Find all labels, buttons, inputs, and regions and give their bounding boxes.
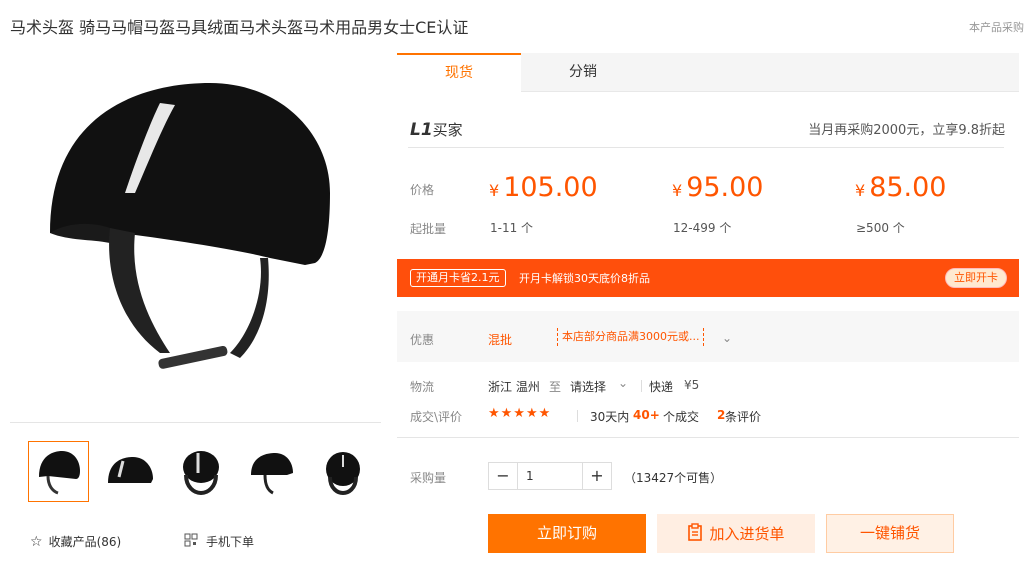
one-click-distribute-button[interactable]: 一键铺货 bbox=[826, 514, 954, 553]
thumbnail[interactable] bbox=[170, 441, 231, 502]
carrier: 快递 bbox=[649, 380, 674, 394]
open-card-button[interactable]: 立即开卡 bbox=[945, 268, 1007, 288]
currency-symbol: ¥ bbox=[672, 181, 683, 200]
buyer-tier: L1买家 bbox=[410, 119, 463, 140]
main-product-image[interactable] bbox=[10, 53, 381, 422]
star-outline-icon: ☆ bbox=[30, 533, 43, 550]
min-qty-tier-1: 1-11 个 bbox=[490, 221, 534, 235]
tab-in-stock[interactable]: 现货 bbox=[397, 53, 521, 92]
min-qty-tier-2: 12-499 个 bbox=[673, 221, 732, 235]
membership-savings-pill: 开通月卡省2.1元 bbox=[410, 269, 506, 287]
thumbnail[interactable] bbox=[241, 441, 302, 502]
price-value: 105.00 bbox=[503, 172, 598, 203]
tab-bar: 现货 分销 bbox=[397, 53, 1019, 92]
ship-to-word: 至 bbox=[549, 380, 562, 394]
mobile-order-label: 手机下单 bbox=[206, 535, 255, 549]
decrement-button[interactable]: − bbox=[489, 463, 517, 489]
price-value: 85.00 bbox=[869, 172, 947, 203]
add-to-cart-label: 加入进货单 bbox=[709, 525, 785, 543]
add-to-cart-button[interactable]: 加入进货单 bbox=[657, 514, 815, 553]
sales-suffix: 个成交 bbox=[663, 410, 700, 424]
min-qty-label: 起批量 bbox=[410, 222, 447, 236]
buyer-tier-badge: L1 bbox=[410, 120, 433, 140]
sales-period: 30天内 bbox=[590, 410, 630, 424]
price-value: 95.00 bbox=[686, 172, 764, 203]
membership-banner: 开通月卡省2.1元 开月卡解锁30天底价8折品 立即开卡 bbox=[397, 259, 1019, 297]
mobile-order[interactable]: 手机下单 bbox=[184, 533, 254, 550]
quantity-stepper: − 1 + bbox=[488, 462, 612, 490]
thumbnail[interactable] bbox=[28, 441, 89, 502]
divider bbox=[577, 410, 578, 422]
qr-code-icon bbox=[184, 533, 198, 550]
buy-now-button[interactable]: 立即订购 bbox=[488, 514, 646, 553]
thumbnail-strip bbox=[28, 441, 373, 502]
gallery-divider bbox=[10, 422, 381, 423]
stock-available: （13427个可售） bbox=[624, 471, 723, 485]
price-label: 价格 bbox=[410, 183, 435, 197]
increment-button[interactable]: + bbox=[583, 463, 611, 489]
price-tier-3: ¥85.00 bbox=[855, 172, 946, 203]
discount-label: 优惠 bbox=[410, 333, 435, 347]
reviews-label: 成交\评价 bbox=[410, 410, 463, 424]
favorite-label: 收藏产品(86) bbox=[48, 535, 122, 549]
price-tier-1: ¥105.00 bbox=[489, 172, 598, 203]
clipboard-icon bbox=[687, 522, 703, 545]
chevron-down-icon[interactable]: ⌄ bbox=[618, 376, 628, 390]
ship-from: 浙江 温州 bbox=[488, 380, 540, 394]
price-tier-2: ¥95.00 bbox=[672, 172, 763, 203]
page-title: 马术头盔 骑马马帽马盔马具绒面马术头盔马术用品男女士CE认证 bbox=[10, 18, 469, 37]
currency-symbol: ¥ bbox=[855, 181, 866, 200]
chevron-down-icon[interactable]: ⌄ bbox=[722, 331, 732, 345]
thumbnail[interactable] bbox=[99, 441, 160, 502]
currency-symbol: ¥ bbox=[489, 181, 500, 200]
divider bbox=[397, 437, 1019, 438]
min-qty-tier-3: ≥500 个 bbox=[856, 221, 905, 235]
thumbnail[interactable] bbox=[312, 441, 373, 502]
title-side-note: 本产品采购 bbox=[969, 21, 1024, 34]
membership-banner-text: 开月卡解锁30天底价8折品 bbox=[519, 272, 650, 285]
shipping-fee: ¥5 bbox=[684, 378, 700, 392]
purchase-qty-label: 采购量 bbox=[410, 471, 447, 485]
divider bbox=[408, 147, 1004, 148]
coupon-tag[interactable]: 本店部分商品满3000元或... bbox=[557, 328, 705, 346]
buyer-tier-label: 买家 bbox=[432, 121, 463, 139]
review-suffix[interactable]: 条评价 bbox=[725, 408, 761, 425]
quantity-input[interactable]: 1 bbox=[517, 463, 583, 489]
destination-select[interactable]: 请选择 bbox=[570, 378, 606, 395]
divider bbox=[641, 380, 642, 392]
logistics-label: 物流 bbox=[410, 380, 435, 394]
tab-distribution[interactable]: 分销 bbox=[521, 53, 645, 92]
rating-stars: ★★★★★ bbox=[488, 406, 552, 421]
mixed-batch-tag: 混批 bbox=[488, 333, 513, 347]
tier-promo-text: 当月再采购2000元，立享9.8折起 bbox=[808, 123, 1005, 138]
favorite-product[interactable]: ☆ 收藏产品(86) bbox=[30, 533, 121, 550]
sales-count: 40+ bbox=[633, 408, 660, 422]
